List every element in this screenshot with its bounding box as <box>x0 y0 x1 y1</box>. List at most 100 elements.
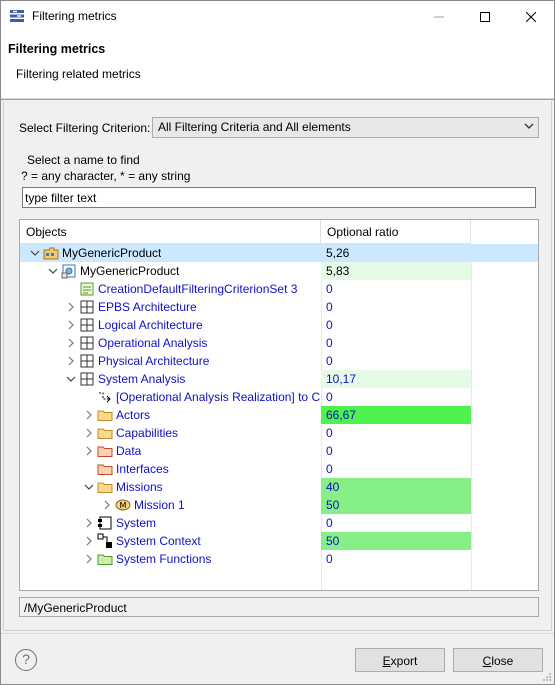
tree-row[interactable]: M Mission 1 50 <box>20 496 538 514</box>
tree-row-label: [Operational Analysis Realization] to C <box>116 390 321 404</box>
header-separator <box>1 99 554 100</box>
dialog-description: Filtering related metrics <box>16 67 141 81</box>
find-help-text: ? = any character, * = any string <box>21 169 191 183</box>
metrics-tree[interactable]: Objects Optional ratio MyGenericProduct 5… <box>19 219 539 591</box>
tree-row-label: Mission 1 <box>134 498 185 512</box>
find-title: Select a name to find <box>27 153 140 167</box>
chevron-right-icon[interactable] <box>66 301 76 312</box>
column-header-objects[interactable]: Objects <box>20 220 321 244</box>
chevron-down-icon[interactable] <box>84 481 94 491</box>
close-window-button[interactable] <box>508 1 554 32</box>
maximize-button[interactable] <box>462 1 508 32</box>
help-icon[interactable]: ? <box>15 649 37 671</box>
tree-row-label: System Analysis <box>98 372 186 386</box>
filter-input[interactable]: type filter text <box>22 187 536 208</box>
tree-row-ratio: 5,83 <box>321 262 471 280</box>
tree-row-ratio: 0 <box>326 354 333 368</box>
tree-row-label: Capabilities <box>116 426 179 440</box>
tree-row[interactable]: Logical Architecture 0 <box>20 316 538 334</box>
tree-row-ratio: 0 <box>326 318 333 332</box>
tree-row[interactable]: Interfaces 0 <box>20 460 538 478</box>
tree-row[interactable]: System Analysis 10,17 <box>20 370 538 388</box>
chevron-right-icon[interactable] <box>84 409 94 420</box>
tree-row[interactable]: System Functions 0 <box>20 550 538 568</box>
tree-row-ratio: 0 <box>326 462 333 476</box>
filter-input-placeholder: type filter text <box>25 191 97 205</box>
tree-row[interactable]: Actors 66,67 <box>20 406 538 424</box>
chevron-down-icon[interactable] <box>48 265 58 275</box>
chevron-right-icon[interactable] <box>84 553 94 564</box>
tree-row[interactable]: Physical Architecture 0 <box>20 352 538 370</box>
window-title: Filtering metrics <box>32 9 117 23</box>
system-engineering-icon <box>61 263 77 279</box>
folder-orange-icon <box>97 407 113 423</box>
architecture-grid-icon <box>79 335 95 351</box>
tree-row-ratio: 0 <box>326 336 333 350</box>
chevron-down-icon <box>524 123 534 129</box>
tree-row-ratio: 50 <box>321 532 471 550</box>
tree-row[interactable]: MyGenericProduct 5,83 <box>20 262 538 280</box>
criterion-set-icon <box>79 281 95 297</box>
criterion-select[interactable]: All Filtering Criteria and All elements <box>152 117 539 138</box>
metrics-icon <box>10 10 24 22</box>
chevron-right-icon[interactable] <box>102 499 112 510</box>
tree-row-ratio: 0 <box>326 552 333 566</box>
tree-row[interactable]: System 0 <box>20 514 538 532</box>
close-button[interactable]: Close <box>453 648 543 672</box>
tree-row[interactable]: EPBS Architecture 0 <box>20 298 538 316</box>
tree-row-ratio: 0 <box>326 300 333 314</box>
tree-row[interactable]: CreationDefaultFilteringCriterionSet 3 0 <box>20 280 538 298</box>
chevron-right-icon[interactable] <box>66 319 76 330</box>
dialog-header: Filtering metrics Filtering related metr… <box>1 32 554 99</box>
folder-orange-icon <box>97 479 113 495</box>
tree-row-label: Logical Architecture <box>98 318 203 332</box>
tree-row-ratio: 0 <box>326 426 333 440</box>
tree-row-label: Interfaces <box>116 462 169 476</box>
tree-row[interactable]: System Context 50 <box>20 532 538 550</box>
export-button[interactable]: Export <box>355 648 445 672</box>
tree-row-label: System Functions <box>116 552 212 566</box>
chevron-right-icon[interactable] <box>66 355 76 366</box>
chevron-down-icon[interactable] <box>66 373 76 383</box>
chevron-right-icon[interactable] <box>84 517 94 528</box>
chevron-right-icon[interactable] <box>84 535 94 546</box>
tree-row-ratio: 50 <box>321 496 471 514</box>
tree-row-label: CreationDefaultFilteringCriterionSet 3 <box>98 282 298 296</box>
minimize-icon <box>434 16 444 17</box>
architecture-grid-icon <box>79 353 95 369</box>
chevron-down-icon[interactable] <box>30 247 40 257</box>
tree-row[interactable]: Missions 40 <box>20 478 538 496</box>
chevron-right-icon[interactable] <box>66 337 76 348</box>
column-header-optional-ratio[interactable]: Optional ratio <box>321 220 471 244</box>
folder-red-icon <box>97 461 113 477</box>
realization-arrow-icon <box>97 389 113 405</box>
architecture-grid-icon <box>79 299 95 315</box>
tree-row[interactable]: [Operational Analysis Realization] to C 0 <box>20 388 538 406</box>
tree-row-ratio: 5,26 <box>326 246 350 260</box>
tree-row-ratio: 10,17 <box>321 370 471 388</box>
resize-grip-icon[interactable] <box>542 672 552 682</box>
tree-row-label: System <box>116 516 157 530</box>
tree-row[interactable]: Data 0 <box>20 442 538 460</box>
system-context-icon <box>97 533 113 549</box>
dialog-title: Filtering metrics <box>8 42 106 56</box>
tree-row-ratio: 66,67 <box>321 406 471 424</box>
folder-red-icon <box>97 443 113 459</box>
maximize-icon <box>480 11 490 22</box>
svg-text:M: M <box>120 501 127 510</box>
tree-row[interactable]: MyGenericProduct 5,26 <box>20 244 538 262</box>
tree-row-label: EPBS Architecture <box>98 300 197 314</box>
chevron-right-icon[interactable] <box>84 445 94 456</box>
tree-row[interactable]: Capabilities 0 <box>20 424 538 442</box>
tree-row[interactable]: Operational Analysis 0 <box>20 334 538 352</box>
chevron-right-icon[interactable] <box>84 427 94 438</box>
mission-icon: M <box>115 497 131 513</box>
tree-row-label: Missions <box>116 480 163 494</box>
criterion-selected-value: All Filtering Criteria and All elements <box>158 120 351 134</box>
folder-green-icon <box>97 551 113 567</box>
minimize-button[interactable] <box>416 1 462 32</box>
close-icon <box>526 11 536 22</box>
folder-orange-icon <box>97 425 113 441</box>
tree-row-label: Physical Architecture <box>98 354 210 368</box>
tree-row-ratio: 0 <box>326 444 333 458</box>
